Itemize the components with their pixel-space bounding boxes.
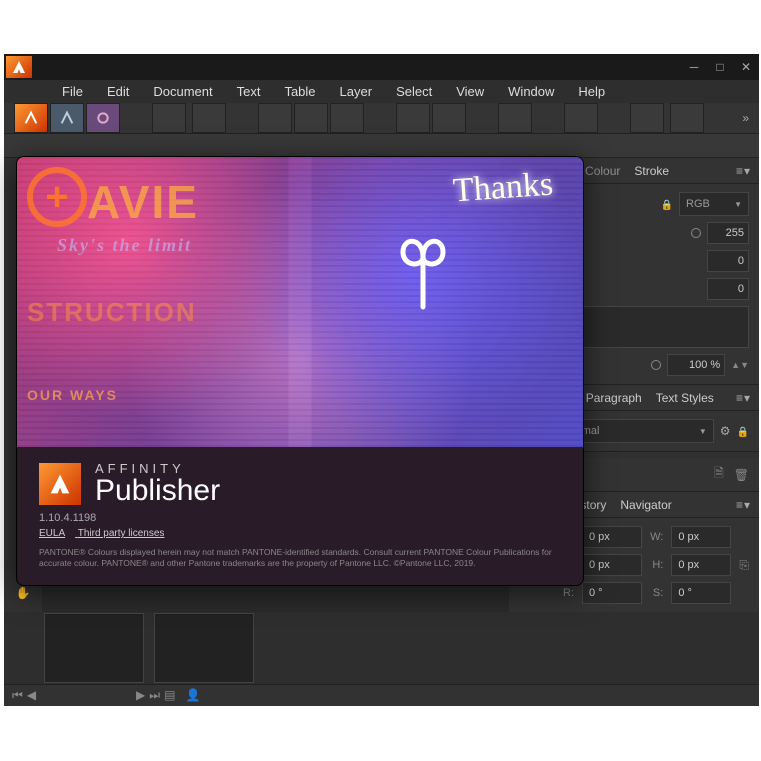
maximize-button[interactable]: □ xyxy=(707,54,733,80)
x-input[interactable] xyxy=(582,526,642,548)
splash-product: Publisher xyxy=(95,476,220,506)
panel-menu-icon[interactable]: ≡▾ xyxy=(736,391,751,405)
toolbar-pin-button[interactable] xyxy=(396,103,430,133)
third-party-link[interactable]: Third party licenses xyxy=(78,528,165,539)
link-wh-icon[interactable]: ⎘ xyxy=(739,558,749,573)
h-input[interactable] xyxy=(671,554,731,576)
menubar: File Edit Document Text Table Layer Sele… xyxy=(4,80,759,103)
app-icon xyxy=(6,56,32,78)
panel-menu-icon[interactable]: ≡▾ xyxy=(736,164,751,178)
close-button[interactable]: ✕ xyxy=(733,54,759,80)
r-label: R: xyxy=(563,587,574,599)
art-text: STRUCTION xyxy=(27,297,197,328)
transform-panel: X: W: Y: H: R: S: xyxy=(563,526,731,604)
page-thumbnail[interactable] xyxy=(154,613,254,683)
toolbar-link-button[interactable] xyxy=(432,103,466,133)
splash-dialog: + AVIE Sky's the limit STRUCTION OUR WAY… xyxy=(16,156,584,586)
lock-icon[interactable] xyxy=(737,424,749,438)
menu-edit[interactable]: Edit xyxy=(97,80,139,103)
pages-strip xyxy=(4,612,759,684)
splash-version: 1.10.4.1198 xyxy=(39,512,561,524)
art-text: OUR WAYS xyxy=(27,387,118,403)
gear-icon[interactable]: ⚙ xyxy=(720,424,731,438)
delete-layer-icon[interactable]: 🗑 xyxy=(734,468,749,482)
titlebar: ─ □ ✕ xyxy=(4,54,759,80)
next-page-icon[interactable]: ⏭ xyxy=(149,688,160,703)
rgb-r-input[interactable] xyxy=(707,222,749,244)
page-thumbnail[interactable] xyxy=(44,613,144,683)
toolbar-baseline-button[interactable] xyxy=(564,103,598,133)
tab-paragraph[interactable]: Paragraph xyxy=(586,391,642,405)
r-input[interactable] xyxy=(582,582,642,604)
lock-icon[interactable] xyxy=(661,197,673,211)
tab-stroke[interactable]: Stroke xyxy=(634,164,669,178)
panel-menu-icon[interactable]: ≡▾ xyxy=(736,498,751,512)
toolbar-align1-button[interactable] xyxy=(258,103,292,133)
toolbar-doc-button[interactable] xyxy=(152,103,186,133)
prev-page-icon[interactable]: ◀ xyxy=(27,688,36,703)
menu-view[interactable]: View xyxy=(446,80,494,103)
art-text: Thanks xyxy=(452,166,555,211)
menu-document[interactable]: Document xyxy=(143,80,222,103)
toolbar-preflight-button[interactable] xyxy=(192,103,226,133)
splash-artwork: + AVIE Sky's the limit STRUCTION OUR WAY… xyxy=(17,157,583,447)
color-indicator-icon xyxy=(691,228,701,238)
opacity-input[interactable] xyxy=(667,354,725,376)
w-input[interactable] xyxy=(671,526,731,548)
plus-circle-icon: + xyxy=(27,167,87,227)
toolbar-grid-button[interactable] xyxy=(670,103,704,133)
play-icon[interactable]: ▶ xyxy=(136,688,145,703)
art-text: AVIE xyxy=(87,175,199,229)
rgb-b-input[interactable] xyxy=(707,278,749,300)
toolbar-preview-button[interactable] xyxy=(498,103,532,133)
opacity-indicator-icon xyxy=(651,360,661,370)
menu-select[interactable]: Select xyxy=(386,80,442,103)
menu-table[interactable]: Table xyxy=(274,80,325,103)
splash-legal-text: PANTONE® Colours displayed herein may no… xyxy=(39,547,561,569)
h-label: H: xyxy=(650,559,663,571)
s-label: S: xyxy=(650,587,663,599)
minimize-button[interactable]: ─ xyxy=(681,54,707,80)
hint-icon: 👤 xyxy=(185,688,200,702)
eula-link[interactable]: EULA xyxy=(39,528,65,539)
w-label: W: xyxy=(650,531,663,543)
menu-text[interactable]: Text xyxy=(227,80,271,103)
add-layer-icon[interactable]: 🗎 xyxy=(714,464,724,485)
pages-icon[interactable]: ▤ xyxy=(164,688,175,703)
menu-window[interactable]: Window xyxy=(498,80,564,103)
persona-publisher-button[interactable] xyxy=(14,103,48,133)
context-toolbar xyxy=(4,134,759,158)
y-input[interactable] xyxy=(582,554,642,576)
art-text: Sky's the limit xyxy=(57,235,192,256)
menu-help[interactable]: Help xyxy=(568,80,615,103)
color-mode-dropdown[interactable]: RGB▼ xyxy=(679,192,749,216)
rgb-g-input[interactable] xyxy=(707,250,749,272)
menu-file[interactable]: File xyxy=(52,80,93,103)
opacity-stepper-icon[interactable]: ▲▼ xyxy=(731,360,749,370)
status-bar: ⏮ ◀ ▶ ⏭ ▤ 👤 xyxy=(4,684,759,706)
s-input[interactable] xyxy=(671,582,731,604)
tab-colour[interactable]: Colour xyxy=(585,164,620,178)
affinity-logo-icon xyxy=(39,463,81,505)
toolbar-align2-button[interactable] xyxy=(294,103,328,133)
tab-navigator[interactable]: Navigator xyxy=(620,498,671,512)
persona-photo-button[interactable] xyxy=(86,103,120,133)
toolbar-align3-button[interactable] xyxy=(330,103,364,133)
first-page-icon[interactable]: ⏮ xyxy=(12,688,23,703)
heart-sketch-icon xyxy=(383,217,463,317)
persona-designer-button[interactable] xyxy=(50,103,84,133)
toolbar-snap-button[interactable] xyxy=(630,103,664,133)
menu-layer[interactable]: Layer xyxy=(330,80,383,103)
toolbar: » xyxy=(4,103,759,134)
tab-text-styles[interactable]: Text Styles xyxy=(656,391,714,405)
toolbar-overflow-button[interactable]: » xyxy=(742,111,749,125)
